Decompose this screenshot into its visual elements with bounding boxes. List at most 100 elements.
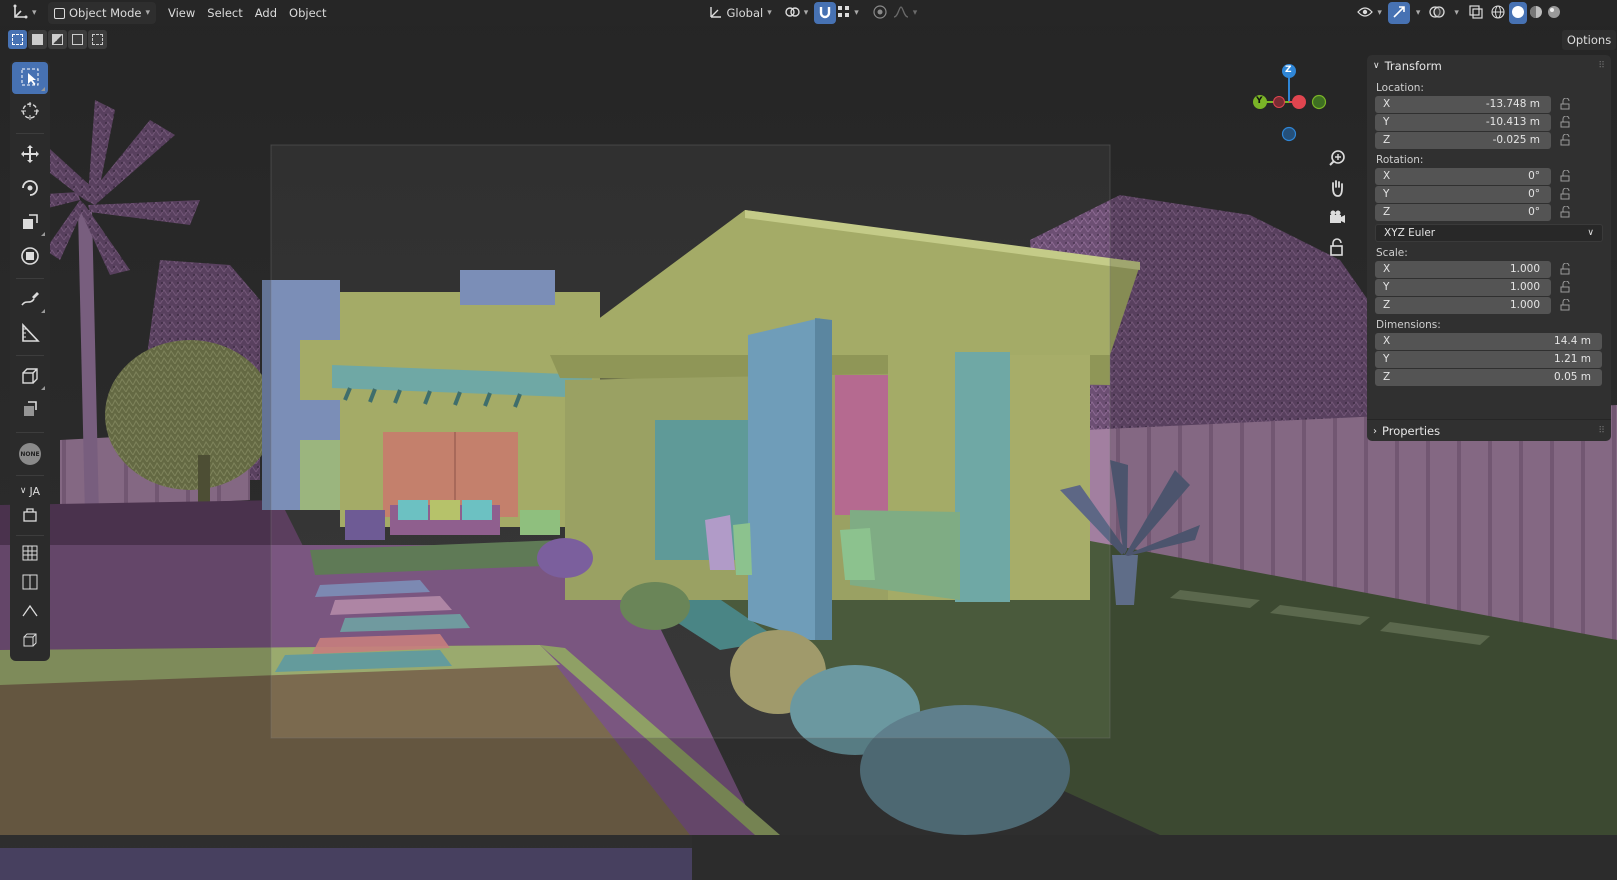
zoom-button[interactable] [1322, 145, 1352, 173]
rotation-x-field[interactable]: X 0° [1375, 167, 1551, 185]
lock-icon[interactable] [1552, 263, 1578, 275]
editor-type-button[interactable]: ▾ [4, 2, 44, 24]
rotation-y-field[interactable]: Y 0° [1375, 185, 1551, 203]
select-new-button[interactable] [8, 30, 27, 49]
select-extend-button[interactable] [28, 30, 47, 49]
select-subtract-button[interactable] [48, 30, 67, 49]
rendered-sphere-icon [1547, 5, 1561, 22]
scale-x-field[interactable]: X 1.000 [1375, 260, 1551, 278]
drag-grip-icon[interactable]: ⠿ [1598, 426, 1605, 436]
navigation-gizmo[interactable]: Z Y [1253, 60, 1340, 150]
location-z-field[interactable]: Z -0.025 m [1375, 131, 1551, 149]
xray-toggle[interactable] [1465, 2, 1487, 24]
axis-label: Y [1383, 116, 1390, 128]
tool-scale[interactable] [12, 207, 48, 239]
tool-cursor[interactable] [12, 96, 48, 128]
gizmo-z-negative[interactable] [1281, 126, 1297, 142]
location-y-row: Y -10.413 m [1367, 113, 1611, 131]
tool-move[interactable] [12, 139, 48, 171]
chevron-down-icon[interactable]: ▾ [1416, 8, 1421, 18]
rotation-mode-dropdown[interactable]: XYZ Euler ∨ [1375, 224, 1603, 242]
tool-addon-1[interactable] [12, 503, 48, 530]
pan-button[interactable] [1322, 175, 1352, 203]
shading-rendered-button[interactable] [1545, 2, 1563, 24]
lock-icon[interactable] [1552, 281, 1578, 293]
rotation-z-field[interactable]: Z 0° [1375, 203, 1551, 221]
selection-mode-buttons [8, 30, 107, 49]
lock-icon[interactable] [1552, 116, 1578, 128]
eye-icon [1357, 6, 1374, 21]
falloff-dropdown[interactable]: ▾ [891, 2, 920, 24]
xray-icon [1469, 4, 1483, 22]
mode-dropdown[interactable]: Object Mode ▾ [48, 2, 156, 24]
shading-solid-button[interactable] [1508, 2, 1527, 24]
collapsed-panel-label: JA [29, 484, 41, 498]
roof-icon [22, 603, 38, 622]
gizmo-x-positive[interactable] [1292, 95, 1306, 109]
camera-view-button[interactable] [1322, 204, 1352, 232]
collapsed-panel-ja[interactable]: ∨ JA [20, 481, 40, 501]
orientation-label: Global [726, 6, 764, 20]
snap-toggle[interactable] [814, 2, 837, 24]
transform-panel-header[interactable]: ∨ Transform ⠿ [1367, 55, 1611, 77]
tool-add-cube[interactable] [12, 361, 48, 393]
lock-icon[interactable] [1552, 299, 1578, 311]
location-y-field[interactable]: Y -10.413 m [1375, 113, 1551, 131]
options-button[interactable]: Options [1562, 30, 1616, 50]
snap-target-dropdown[interactable]: ▾ [836, 2, 861, 24]
gizmo-toggle[interactable] [1387, 2, 1410, 24]
menu-select[interactable]: Select [201, 2, 248, 24]
properties-panel-header[interactable]: › Properties ⠿ [1367, 420, 1611, 442]
lock-icon[interactable] [1552, 188, 1578, 200]
chevron-down-icon[interactable]: ▾ [1454, 8, 1459, 18]
transform-orientation-dropdown[interactable]: Global ▾ [703, 2, 778, 24]
overlays-toggle[interactable] [1426, 2, 1448, 24]
drag-grip-icon[interactable]: ⠿ [1598, 61, 1605, 71]
tool-extra-object[interactable] [12, 395, 48, 427]
shading-material-button[interactable] [1527, 2, 1545, 24]
select-invert-button[interactable] [68, 30, 87, 49]
select-subtract-icon [52, 34, 63, 45]
tool-none-addon[interactable]: NONE [12, 438, 48, 470]
menu-add[interactable]: Add [249, 2, 283, 24]
scale-z-field[interactable]: Z 1.000 [1375, 296, 1551, 314]
tool-addon-grid[interactable] [12, 541, 48, 568]
lock-icon[interactable] [1552, 134, 1578, 146]
wireframe-sphere-icon [1491, 4, 1505, 22]
gizmo-y-positive[interactable] [1311, 94, 1327, 110]
shading-wireframe-button[interactable] [1487, 2, 1509, 24]
lock-icon[interactable] [1552, 98, 1578, 110]
dimensions-x-field[interactable]: X 14.4 m [1375, 332, 1602, 350]
tool-addon-box[interactable] [12, 628, 48, 655]
proportional-editing-toggle[interactable] [869, 2, 891, 24]
camera-icon [1328, 208, 1346, 229]
dimensions-z-value: 0.05 m [1554, 371, 1591, 383]
toolbar-separator [16, 355, 44, 356]
tool-transform[interactable] [12, 241, 48, 273]
scale-y-field[interactable]: Y 1.000 [1375, 278, 1551, 296]
location-x-field[interactable]: X -13.748 m [1375, 95, 1551, 113]
lock-icon[interactable] [1552, 170, 1578, 182]
menu-view[interactable]: View [162, 2, 201, 24]
tool-measure[interactable] [12, 318, 48, 350]
menu-object[interactable]: Object [283, 2, 332, 24]
tool-addon-split[interactable] [12, 570, 48, 597]
lock-camera-button[interactable] [1322, 234, 1352, 262]
gizmo-x-negative[interactable] [1273, 96, 1285, 108]
chevron-down-icon: ▾ [145, 8, 150, 18]
lock-icon[interactable] [1552, 206, 1578, 218]
axis-label: Y [1383, 353, 1390, 365]
tool-addon-roof[interactable] [12, 599, 48, 626]
3d-cursor-icon [20, 101, 40, 124]
tool-select-box[interactable] [12, 62, 48, 94]
dimensions-y-field[interactable]: Y 1.21 m [1375, 350, 1602, 368]
dimensions-z-field[interactable]: Z 0.05 m [1375, 368, 1602, 386]
select-intersect-button[interactable] [88, 30, 107, 49]
location-x-value: -13.748 m [1485, 98, 1540, 110]
tool-rotate[interactable] [12, 173, 48, 205]
tool-annotate[interactable] [12, 284, 48, 316]
visibility-dropdown[interactable]: ▾ [1351, 2, 1388, 24]
scale-y-row: Y 1.000 [1367, 278, 1611, 296]
pivot-point-dropdown[interactable]: ▾ [778, 2, 815, 24]
chevron-down-icon: ▾ [854, 8, 859, 18]
